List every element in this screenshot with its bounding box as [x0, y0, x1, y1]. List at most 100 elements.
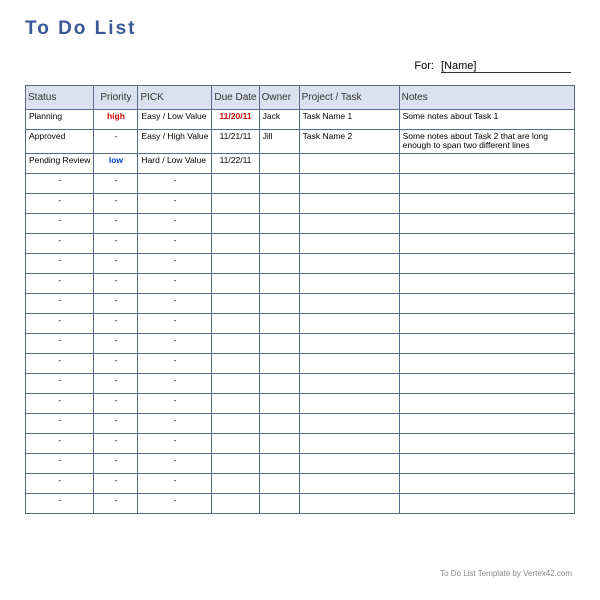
table-row: --- — [26, 193, 575, 213]
cell-priority: - — [94, 353, 138, 373]
cell-owner — [259, 453, 299, 473]
cell-project — [299, 273, 399, 293]
cell-project — [299, 473, 399, 493]
cell-project — [299, 493, 399, 513]
cell-project — [299, 213, 399, 233]
cell-priority: high — [94, 110, 138, 130]
cell-owner — [259, 233, 299, 253]
cell-status: - — [26, 293, 94, 313]
cell-owner — [259, 353, 299, 373]
cell-due — [212, 433, 259, 453]
cell-owner — [259, 373, 299, 393]
cell-due — [212, 413, 259, 433]
cell-pick: - — [138, 333, 212, 353]
footer-text: To Do List Template by Vertex42.com — [440, 569, 572, 578]
for-value: [Name] — [441, 60, 571, 73]
cell-project — [299, 433, 399, 453]
cell-due — [212, 253, 259, 273]
cell-priority: - — [94, 493, 138, 513]
cell-pick: - — [138, 453, 212, 473]
cell-notes — [399, 393, 574, 413]
cell-notes — [399, 253, 574, 273]
cell-priority: - — [94, 253, 138, 273]
cell-status: - — [26, 253, 94, 273]
cell-pick: - — [138, 273, 212, 293]
for-row: For: [Name] — [25, 60, 575, 73]
cell-project — [299, 173, 399, 193]
cell-owner: Jack — [259, 110, 299, 130]
cell-due — [212, 233, 259, 253]
cell-status: Planning — [26, 110, 94, 130]
cell-due: 11/20/11 — [212, 110, 259, 130]
cell-due: 11/22/11 — [212, 153, 259, 173]
cell-pick: - — [138, 313, 212, 333]
cell-priority: - — [94, 393, 138, 413]
cell-priority: - — [94, 313, 138, 333]
cell-status: - — [26, 493, 94, 513]
cell-due — [212, 293, 259, 313]
cell-notes — [399, 453, 574, 473]
cell-notes — [399, 293, 574, 313]
cell-due: 11/21/11 — [212, 130, 259, 154]
cell-due — [212, 493, 259, 513]
cell-project — [299, 193, 399, 213]
cell-owner — [259, 413, 299, 433]
cell-owner — [259, 313, 299, 333]
cell-due — [212, 273, 259, 293]
table-row: --- — [26, 353, 575, 373]
cell-owner — [259, 213, 299, 233]
cell-priority: - — [94, 173, 138, 193]
cell-status: - — [26, 273, 94, 293]
cell-pick: - — [138, 353, 212, 373]
table-body: PlanninghighEasy / Low Value11/20/11Jack… — [26, 110, 575, 514]
cell-owner — [259, 153, 299, 173]
cell-owner — [259, 393, 299, 413]
cell-status: - — [26, 433, 94, 453]
cell-status: - — [26, 373, 94, 393]
cell-project — [299, 313, 399, 333]
cell-notes — [399, 273, 574, 293]
cell-due — [212, 193, 259, 213]
cell-pick: - — [138, 233, 212, 253]
cell-pick: - — [138, 253, 212, 273]
cell-pick: - — [138, 473, 212, 493]
cell-priority: - — [94, 433, 138, 453]
table-row: --- — [26, 453, 575, 473]
cell-project — [299, 253, 399, 273]
cell-notes — [399, 193, 574, 213]
cell-pick: - — [138, 193, 212, 213]
cell-project — [299, 293, 399, 313]
col-header-project: Project / Task — [299, 86, 399, 110]
cell-owner — [259, 253, 299, 273]
cell-pick: Hard / Low Value — [138, 153, 212, 173]
cell-project — [299, 153, 399, 173]
cell-status: - — [26, 333, 94, 353]
table-row: --- — [26, 373, 575, 393]
cell-priority: low — [94, 153, 138, 173]
table-row: --- — [26, 233, 575, 253]
cell-project — [299, 393, 399, 413]
cell-priority: - — [94, 273, 138, 293]
cell-pick: Easy / Low Value — [138, 110, 212, 130]
cell-priority: - — [94, 233, 138, 253]
cell-project: Task Name 1 — [299, 110, 399, 130]
cell-pick: - — [138, 293, 212, 313]
col-header-status: Status — [26, 86, 94, 110]
cell-due — [212, 393, 259, 413]
cell-owner — [259, 433, 299, 453]
cell-pick: - — [138, 493, 212, 513]
table-row: --- — [26, 433, 575, 453]
cell-due — [212, 453, 259, 473]
cell-due — [212, 173, 259, 193]
cell-status: - — [26, 193, 94, 213]
col-header-due: Due Date — [212, 86, 259, 110]
cell-notes — [399, 493, 574, 513]
cell-pick: - — [138, 393, 212, 413]
header-row: Status Priority PICK Due Date Owner Proj… — [26, 86, 575, 110]
col-header-priority: Priority — [94, 86, 138, 110]
col-header-notes: Notes — [399, 86, 574, 110]
cell-pick: - — [138, 373, 212, 393]
table-row: Approved-Easy / High Value11/21/11JillTa… — [26, 130, 575, 154]
table-row: --- — [26, 293, 575, 313]
cell-notes — [399, 433, 574, 453]
